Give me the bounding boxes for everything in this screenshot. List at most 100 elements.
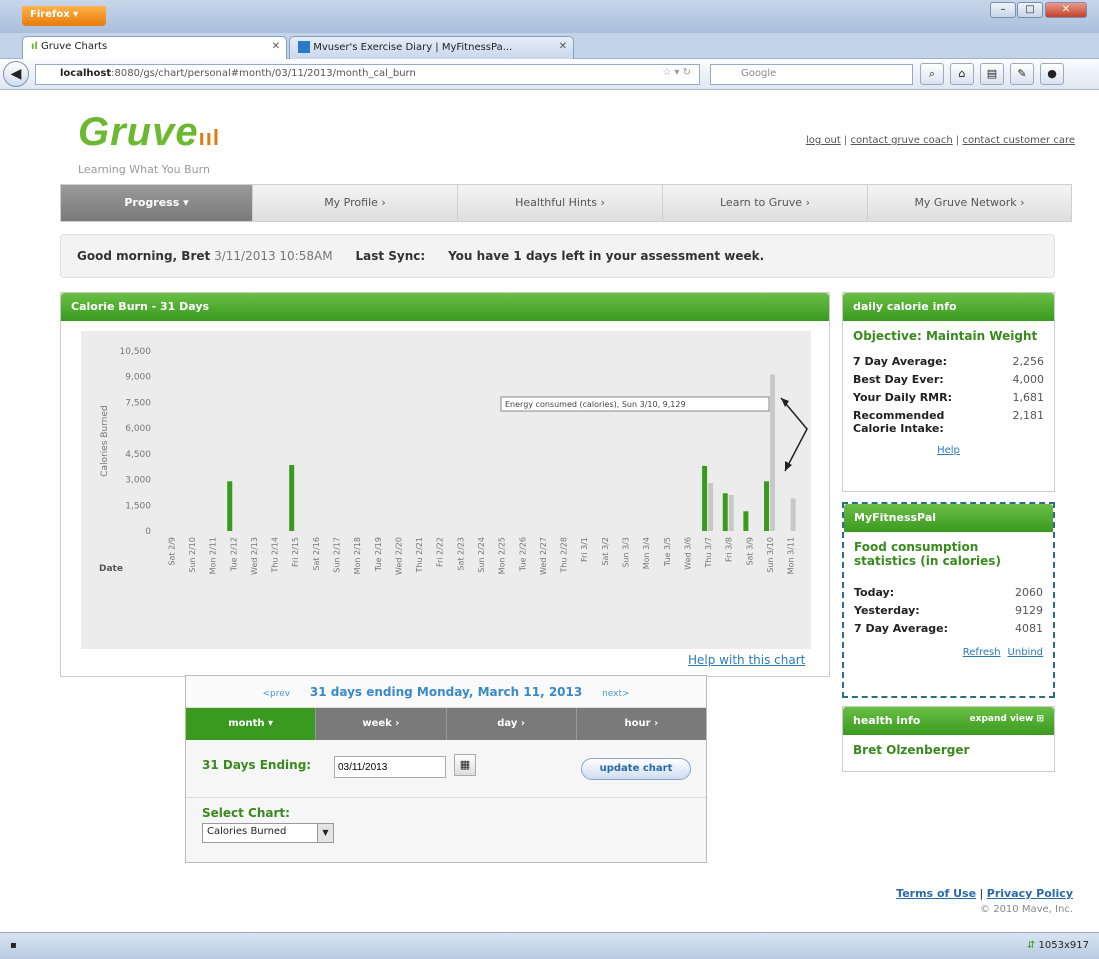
ending-row: 31 Days Ending: ▦ update chart (186, 740, 706, 798)
x-tick-label: Sun 2/24 (477, 537, 486, 573)
tab-label: month (228, 718, 265, 729)
tab-month[interactable]: month ▾ (186, 708, 317, 740)
tab-day[interactable]: day › (447, 708, 577, 740)
range-header: <prev 31 days ending Monday, March 11, 2… (186, 676, 706, 708)
chevron-down-icon: ▼ (317, 824, 333, 842)
expand-label: expand view (969, 714, 1034, 724)
nav-my-profile[interactable]: My Profile › (253, 185, 458, 221)
stat-value: 2,256 (1012, 355, 1045, 368)
x-tick-label: Sat 3/2 (601, 537, 610, 566)
nav-label: Progress (124, 196, 180, 209)
main-nav: Progress ▾ My Profile › Healthful Hints … (60, 184, 1072, 222)
stat-row: 7 Day Average: 4081 (854, 622, 1043, 635)
calendar-icon[interactable]: ▦ (454, 754, 476, 776)
nav-my-gruve-network[interactable]: My Gruve Network › (868, 185, 1071, 221)
minimize-button[interactable]: – (990, 2, 1016, 18)
gruve-logo[interactable]: Gruveııl (78, 110, 220, 155)
navigation-bar: ◀ localhost:8080/gs/chart/personal#month… (0, 59, 1099, 90)
prev-link[interactable]: <prev (262, 689, 290, 699)
x-tick-label: Fri 3/1 (580, 537, 589, 562)
mfp-title: MyFitnessPal (844, 504, 1053, 532)
copyright: © 2010 Mave, Inc. (980, 904, 1073, 915)
logo-text: Gruve (78, 110, 199, 154)
contact-coach-link[interactable]: contact gruve coach (850, 135, 952, 146)
top-links: log out | contact gruve coach | contact … (805, 135, 1075, 146)
mfp-favicon-icon (298, 41, 310, 53)
x-tick-label: Fri 3/8 (725, 537, 734, 562)
close-window-button[interactable]: ✕ (1045, 2, 1087, 18)
tab-gruve-charts[interactable]: ıl Gruve Charts ✕ (22, 36, 287, 60)
nav-healthful-hints[interactable]: Healthful Hints › (458, 185, 663, 221)
bookmarks-icon[interactable]: ▤ (980, 63, 1004, 85)
chart-bar (708, 483, 714, 531)
firefox-menu-button[interactable]: Firefox ▾ (22, 6, 106, 26)
help-chart-link[interactable]: Help with this chart (688, 653, 805, 667)
daily-help-link[interactable]: Help (937, 445, 960, 456)
x-tick-label: Sat 3/9 (745, 537, 754, 566)
chart-select[interactable]: Calories Burned ▼ (202, 823, 334, 843)
health-title: health info (853, 714, 921, 727)
close-tab-icon[interactable]: ✕ (559, 41, 567, 52)
x-tick-label: Sat 2/16 (312, 537, 321, 571)
range-title: 31 days ending Monday, March 11, 2013 (309, 685, 583, 699)
tab-title: Gruve Charts (41, 41, 108, 52)
tagline: Learning What You Burn (78, 163, 210, 176)
stat-label: Your Daily RMR: (853, 391, 952, 404)
privacy-link[interactable]: Privacy Policy (987, 887, 1073, 900)
stat-label: Yesterday: (854, 604, 920, 617)
resize-icon: ⇵ (1026, 940, 1036, 951)
x-tick-label: Fri 2/22 (436, 537, 445, 567)
calorie-chart[interactable]: 10,500 9,000 7,500 6,000 4,500 3,000 1,500 0 Cal… (81, 331, 811, 649)
x-tick-label: Mon 2/11 (209, 537, 218, 574)
x-tick-label: Sun 3/10 (766, 537, 775, 573)
y-tick-label: 3,000 (125, 476, 151, 486)
nav-progress[interactable]: Progress ▾ (61, 185, 253, 221)
url-bar[interactable]: localhost:8080/gs/chart/personal#month/0… (35, 64, 700, 85)
stat-row: Best Day Ever: 4,000 (853, 373, 1044, 386)
tab-myfitnesspal[interactable]: Mvuser's Exercise Diary | MyFitnessPa...… (289, 36, 574, 59)
range-tabs: month ▾ week › day › hour › (186, 708, 706, 740)
stat-value: 4,000 (1012, 373, 1045, 386)
stat-row: Your Daily RMR: 1,681 (853, 391, 1044, 404)
chart-area: 10,500 9,000 7,500 6,000 4,500 3,000 1,500 0 Cal… (81, 331, 811, 649)
firefox-menu-label: Firefox (30, 9, 70, 20)
ending-date-input[interactable] (334, 756, 446, 778)
home-icon[interactable]: ⌂ (950, 63, 974, 85)
stat-value: 2,181 (1012, 409, 1045, 422)
back-button[interactable]: ◀ (3, 61, 29, 87)
x-tick-label: Sun 3/3 (622, 537, 631, 568)
stat-row: Today: 2060 (854, 586, 1043, 599)
tooltip-text: Energy consumed (calories), Sun 3/10, 9,… (505, 400, 686, 409)
firefox-icon[interactable]: ● (1040, 63, 1064, 85)
date-range-form: <prev 31 days ending Monday, March 11, 2… (185, 675, 707, 863)
unbind-link[interactable]: Unbind (1008, 647, 1043, 658)
x-tick-label: Sun 2/10 (188, 537, 197, 573)
nav-label: My Gruve Network (914, 196, 1017, 209)
x-tick-label: Tue 2/26 (518, 537, 527, 572)
search-icon[interactable]: ⌕ (920, 63, 944, 85)
search-input[interactable]: Google (710, 64, 913, 85)
nav-learn-to-gruve[interactable]: Learn to Gruve › (663, 185, 868, 221)
next-link[interactable]: next> (602, 689, 629, 699)
contact-care-link[interactable]: contact customer care (962, 135, 1075, 146)
terms-link[interactable]: Terms of Use (896, 887, 976, 900)
tab-week[interactable]: week › (316, 708, 447, 740)
objective-text: Objective: Maintain Weight (853, 329, 1038, 343)
refresh-link[interactable]: Refresh (963, 647, 1001, 658)
stat-value: 1,681 (1012, 391, 1045, 404)
y-tick-label: 0 (145, 527, 151, 537)
addon-icon[interactable]: ✎ (1010, 63, 1034, 85)
calorie-burn-panel: Calorie Burn - 31 Days 10,500 9,000 7,500 6… (60, 292, 830, 677)
tab-hour[interactable]: hour › (577, 708, 706, 740)
stat-value: 9129 (1015, 604, 1043, 617)
browser-window: Firefox ▾ – □ ✕ ıl Gruve Charts ✕ Mvuser… (0, 0, 1099, 959)
maximize-button[interactable]: □ (1017, 2, 1043, 18)
logout-link[interactable]: log out (806, 135, 841, 146)
expand-view-link[interactable]: expand view ⊞ (970, 714, 1044, 724)
nav-label: My Profile (324, 196, 378, 209)
update-chart-button[interactable]: update chart (581, 758, 691, 780)
bookmark-star-icon[interactable]: ☆ ▾ ↻ (662, 67, 691, 78)
close-tab-icon[interactable]: ✕ (272, 41, 280, 52)
stat-row: Recommended Calorie Intake: 2,181 (853, 409, 1044, 435)
status-indicator-icon: ▪ (10, 940, 17, 951)
